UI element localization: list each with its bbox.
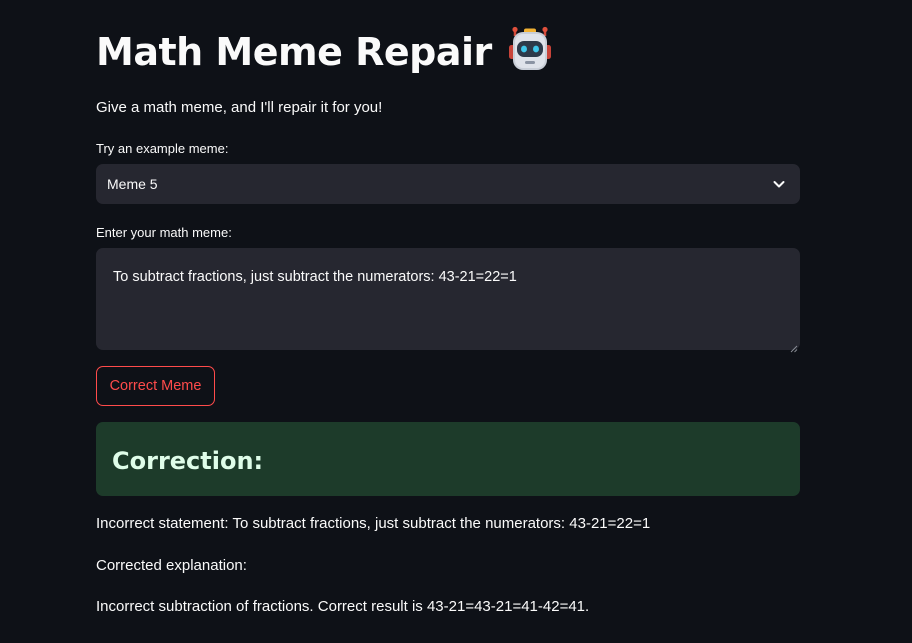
meme-input-value: To subtract fractions, just subtract the… — [113, 269, 517, 285]
correction-success-box: Correction: — [96, 422, 800, 496]
meme-input-textarea[interactable]: To subtract fractions, just subtract the… — [96, 248, 800, 353]
correction-heading: Correction: — [112, 447, 264, 475]
corrected-explanation-label: Corrected explanation: — [96, 557, 247, 574]
example-meme-selected-value: Meme 5 — [107, 176, 158, 192]
page-title: Math Meme Repair — [96, 30, 492, 74]
example-meme-select[interactable]: Meme 5 — [96, 164, 800, 204]
corrected-explanation-text: Incorrect subtraction of fractions. Corr… — [96, 598, 590, 615]
correct-meme-button[interactable]: Correct Meme — [96, 366, 215, 406]
robot-emoji-icon — [506, 26, 554, 74]
example-select-label: Try an example meme: — [96, 141, 229, 156]
resize-handle-icon[interactable] — [790, 340, 798, 353]
meme-input-label: Enter your math meme: — [96, 225, 232, 240]
chevron-down-icon[interactable] — [772, 177, 786, 191]
page-subtitle: Give a math meme, and I'll repair it for… — [96, 99, 383, 116]
incorrect-statement-text: Incorrect statement: To subtract fractio… — [96, 515, 651, 532]
title-row: Math Meme Repair — [96, 26, 554, 76]
